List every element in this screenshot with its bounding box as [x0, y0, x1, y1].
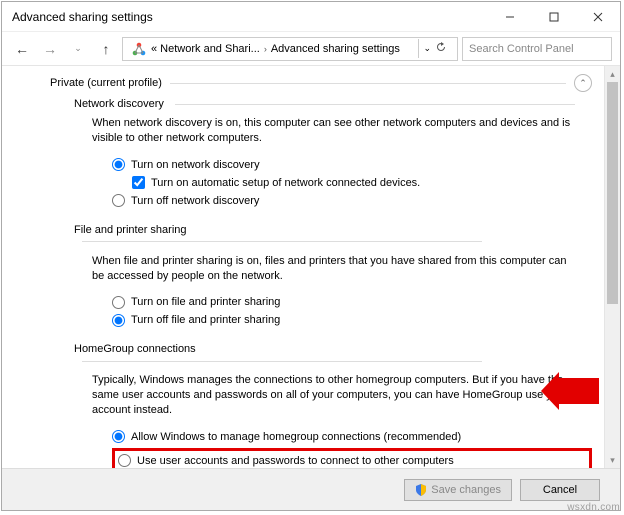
- checkbox-nd-auto-input[interactable]: [132, 176, 145, 189]
- desc-file-printer: When file and printer sharing is on, fil…: [92, 254, 574, 284]
- heading-file-printer: File and printer sharing: [74, 224, 592, 248]
- cancel-button[interactable]: Cancel: [520, 479, 600, 501]
- radio-hg-allow-input[interactable]: [112, 430, 125, 443]
- minimize-button[interactable]: [488, 2, 532, 32]
- address-dropdown[interactable]: ⌄: [418, 39, 453, 58]
- watermark: wsxdn.com: [567, 502, 620, 513]
- window-title: Advanced sharing settings: [2, 10, 488, 24]
- group-file-printer: File and printer sharing When file and p…: [74, 224, 592, 330]
- heading-homegroup: HomeGroup connections: [74, 343, 592, 367]
- section-private-title: Private (current profile): [50, 77, 162, 89]
- radio-hg-user[interactable]: Use user accounts and passwords to conne…: [118, 452, 586, 468]
- highlighted-option: Use user accounts and passwords to conne…: [112, 448, 592, 468]
- forward-button[interactable]: →: [38, 37, 62, 61]
- radio-nd-on-input[interactable]: [112, 158, 125, 171]
- breadcrumb-parent[interactable]: « Network and Shari...: [151, 43, 260, 55]
- close-button[interactable]: [576, 2, 620, 32]
- refresh-icon[interactable]: [435, 41, 447, 56]
- content-area: Private (current profile) ⌃ Network disc…: [2, 66, 620, 468]
- footer-bar: Save changes Cancel: [2, 468, 620, 510]
- desc-network-discovery: When network discovery is on, this compu…: [92, 116, 574, 146]
- radio-fp-off-input[interactable]: [112, 314, 125, 327]
- scroll-down-icon[interactable]: ▾: [605, 452, 620, 468]
- chevron-down-icon: ⌄: [423, 43, 431, 54]
- scrollbar[interactable]: ▴ ▾: [604, 66, 620, 468]
- scroll-up-icon[interactable]: ▴: [605, 66, 620, 82]
- control-panel-window: Advanced sharing settings ← → ⌄ ↑ « Netw…: [1, 1, 621, 511]
- radio-fp-off[interactable]: Turn off file and printer sharing: [112, 311, 592, 329]
- titlebar: Advanced sharing settings: [2, 2, 620, 32]
- scroll-thumb[interactable]: [607, 82, 618, 304]
- radio-nd-off-input[interactable]: [112, 194, 125, 207]
- desc-homegroup: Typically, Windows manages the connectio…: [92, 373, 574, 418]
- breadcrumb-separator-icon: ›: [264, 44, 267, 54]
- shield-icon: [415, 484, 427, 496]
- group-homegroup: HomeGroup connections Typically, Windows…: [74, 343, 592, 468]
- save-changes-button[interactable]: Save changes: [404, 479, 512, 501]
- section-private-header[interactable]: Private (current profile) ⌃: [50, 74, 592, 92]
- breadcrumb[interactable]: « Network and Shari... › Advanced sharin…: [122, 37, 458, 61]
- radio-nd-on[interactable]: Turn on network discovery: [112, 156, 592, 174]
- collapse-icon[interactable]: ⌃: [574, 74, 592, 92]
- breadcrumb-current[interactable]: Advanced sharing settings: [271, 43, 400, 55]
- radio-hg-allow[interactable]: Allow Windows to manage homegroup connec…: [112, 428, 592, 446]
- callout-arrow: [559, 378, 599, 404]
- radio-nd-off[interactable]: Turn off network discovery: [112, 192, 592, 210]
- radio-hg-user-input[interactable]: [118, 454, 131, 467]
- radio-fp-on[interactable]: Turn on file and printer sharing: [112, 293, 592, 311]
- up-button[interactable]: ↑: [94, 37, 118, 61]
- group-network-discovery: Network discovery When network discovery…: [74, 98, 592, 210]
- maximize-button[interactable]: [532, 2, 576, 32]
- network-sharing-icon: [131, 41, 147, 57]
- recent-dropdown[interactable]: ⌄: [66, 37, 90, 61]
- search-placeholder: Search Control Panel: [469, 43, 574, 55]
- checkbox-nd-auto[interactable]: Turn on automatic setup of network conne…: [132, 174, 592, 192]
- back-button[interactable]: ←: [10, 37, 34, 61]
- heading-network-discovery: Network discovery: [74, 98, 592, 110]
- nav-row: ← → ⌄ ↑ « Network and Shari... › Advance…: [2, 32, 620, 66]
- search-input[interactable]: Search Control Panel: [462, 37, 612, 61]
- radio-fp-on-input[interactable]: [112, 296, 125, 309]
